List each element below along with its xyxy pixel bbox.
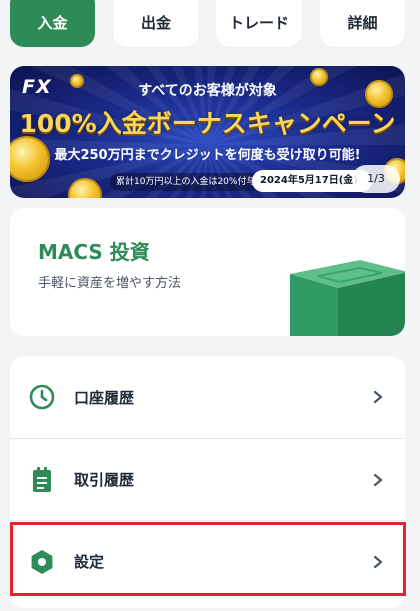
banner-title: 100%入金ボーナスキャンペーン <box>19 109 396 138</box>
deposit-button[interactable]: 入金 <box>10 0 95 47</box>
menu-item-label: 設定 <box>74 553 105 571</box>
cube-illustration <box>290 260 405 336</box>
gear-hexagon-icon <box>31 549 53 574</box>
trade-button-label: トレード <box>228 14 289 32</box>
clock-icon <box>29 384 55 410</box>
details-button-label: 詳細 <box>347 14 378 32</box>
deposit-button-label: 入金 <box>37 14 68 32</box>
action-bar: 入金 出金 トレード 詳細 <box>0 0 420 48</box>
menu-item-trade-history[interactable]: 取引履歴 <box>10 438 405 520</box>
banner-headline: すべてのお客様が対象 <box>138 83 277 99</box>
document-icon <box>33 466 51 492</box>
macs-title: MACS 投資 <box>38 240 150 264</box>
macs-invest-card[interactable]: MACS 投資 手軽に資産を増やす方法 <box>10 208 405 336</box>
macs-subtitle: 手軽に資産を増やす方法 <box>38 276 182 291</box>
withdraw-button-label: 出金 <box>140 14 171 32</box>
trade-button[interactable]: トレード <box>216 0 302 47</box>
chevron-right-icon <box>373 473 383 486</box>
menu-item-account-history[interactable]: 口座履歴 <box>10 356 405 438</box>
account-menu: 口座履歴 取引履歴 設定 <box>10 356 405 608</box>
chevron-right-icon <box>373 555 383 568</box>
details-button[interactable]: 詳細 <box>320 0 405 47</box>
chevron-right-icon <box>373 390 383 404</box>
banner-pager[interactable]: 1/3 <box>352 165 400 193</box>
menu-item-label: 口座履歴 <box>74 388 135 407</box>
menu-item-label: 取引履歴 <box>74 471 135 489</box>
banner-note: 累計10万円以上の入金は20%付与 <box>110 173 262 191</box>
menu-item-settings[interactable]: 設定 <box>10 520 405 602</box>
withdraw-button[interactable]: 出金 <box>113 0 199 47</box>
campaign-banner[interactable]: FX すべてのお客様が対象 100%入金ボーナスキャンペーン 最大250万円まで… <box>10 66 405 198</box>
banner-subtitle: 最大250万円までクレジットを何度も受け取り可能! <box>54 148 361 163</box>
